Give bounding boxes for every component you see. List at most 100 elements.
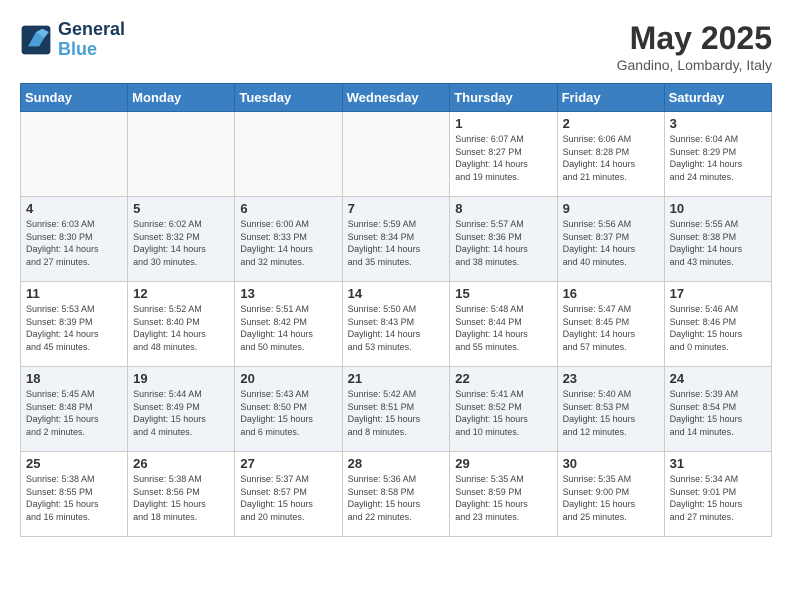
day-info: Sunrise: 5:50 AM Sunset: 8:43 PM Dayligh… bbox=[348, 303, 445, 353]
day-info: Sunrise: 5:43 AM Sunset: 8:50 PM Dayligh… bbox=[240, 388, 336, 438]
page-header: General Blue May 2025 Gandino, Lombardy,… bbox=[20, 20, 772, 73]
calendar-cell: 23Sunrise: 5:40 AM Sunset: 8:53 PM Dayli… bbox=[557, 367, 664, 452]
day-number: 10 bbox=[670, 201, 766, 216]
calendar-week-row: 11 Sunrise: 5:53 AM Sunset: 8:39 PM Dayli… bbox=[21, 282, 772, 367]
calendar-cell: 18 Sunrise: 5:45 AM Sunset: 8:48 PM Dayli… bbox=[21, 367, 128, 452]
day-info: Sunrise: 6:00 AM Sunset: 8:33 PM Dayligh… bbox=[240, 218, 336, 268]
weekday-header: Tuesday bbox=[235, 84, 342, 112]
day-number: 22 bbox=[455, 371, 551, 386]
calendar-cell: 25 Sunrise: 5:38 AM Sunset: 8:55 PM Dayli… bbox=[21, 452, 128, 537]
day-info: Sunrise: 5:44 AM Sunset: 8:49 PM Dayligh… bbox=[133, 388, 229, 438]
calendar-cell: 12 Sunrise: 5:52 AM Sunset: 8:40 PM Dayli… bbox=[128, 282, 235, 367]
title-block: May 2025 Gandino, Lombardy, Italy bbox=[617, 20, 772, 73]
calendar-cell: 21Sunrise: 5:42 AM Sunset: 8:51 PM Dayli… bbox=[342, 367, 450, 452]
day-info: Sunrise: 5:35 AM Sunset: 8:59 PM Dayligh… bbox=[455, 473, 551, 523]
calendar-cell: 31Sunrise: 5:34 AM Sunset: 9:01 PM Dayli… bbox=[664, 452, 771, 537]
calendar-week-row: 18 Sunrise: 5:45 AM Sunset: 8:48 PM Dayli… bbox=[21, 367, 772, 452]
calendar-cell: 9 Sunrise: 5:56 AM Sunset: 8:37 PM Daylig… bbox=[557, 197, 664, 282]
weekday-header: Saturday bbox=[664, 84, 771, 112]
day-info: Sunrise: 5:45 AM Sunset: 8:48 PM Dayligh… bbox=[26, 388, 122, 438]
day-info: Sunrise: 5:35 AM Sunset: 9:00 PM Dayligh… bbox=[563, 473, 659, 523]
calendar-cell: 2Sunrise: 6:06 AM Sunset: 8:28 PM Daylig… bbox=[557, 112, 664, 197]
day-info: Sunrise: 5:39 AM Sunset: 8:54 PM Dayligh… bbox=[670, 388, 766, 438]
day-info: Sunrise: 5:34 AM Sunset: 9:01 PM Dayligh… bbox=[670, 473, 766, 523]
day-number: 3 bbox=[670, 116, 766, 131]
day-number: 26 bbox=[133, 456, 229, 471]
month-title: May 2025 bbox=[617, 20, 772, 57]
day-number: 7 bbox=[348, 201, 445, 216]
calendar-cell: 26Sunrise: 5:38 AM Sunset: 8:56 PM Dayli… bbox=[128, 452, 235, 537]
calendar-week-row: 25 Sunrise: 5:38 AM Sunset: 8:55 PM Dayli… bbox=[21, 452, 772, 537]
day-info: Sunrise: 5:46 AM Sunset: 8:46 PM Dayligh… bbox=[670, 303, 766, 353]
day-info: Sunrise: 5:42 AM Sunset: 8:51 PM Dayligh… bbox=[348, 388, 445, 438]
calendar-week-row: 1 Sunrise: 6:07 AM Sunset: 8:27 PM Daylig… bbox=[21, 112, 772, 197]
day-number: 27 bbox=[240, 456, 336, 471]
day-info: Sunrise: 5:57 AM Sunset: 8:36 PM Dayligh… bbox=[455, 218, 551, 268]
logo: General Blue bbox=[20, 20, 125, 60]
day-number: 5 bbox=[133, 201, 229, 216]
calendar-cell bbox=[235, 112, 342, 197]
day-number: 8 bbox=[455, 201, 551, 216]
day-info: Sunrise: 5:48 AM Sunset: 8:44 PM Dayligh… bbox=[455, 303, 551, 353]
day-info: Sunrise: 5:51 AM Sunset: 8:42 PM Dayligh… bbox=[240, 303, 336, 353]
weekday-header-row: SundayMondayTuesdayWednesdayThursdayFrid… bbox=[21, 84, 772, 112]
calendar-cell: 17 Sunrise: 5:46 AM Sunset: 8:46 PM Dayli… bbox=[664, 282, 771, 367]
day-number: 24 bbox=[670, 371, 766, 386]
day-number: 11 bbox=[26, 286, 122, 301]
day-info: Sunrise: 5:41 AM Sunset: 8:52 PM Dayligh… bbox=[455, 388, 551, 438]
calendar-cell: 1 Sunrise: 6:07 AM Sunset: 8:27 PM Daylig… bbox=[450, 112, 557, 197]
day-number: 18 bbox=[26, 371, 122, 386]
calendar-cell: 11 Sunrise: 5:53 AM Sunset: 8:39 PM Dayli… bbox=[21, 282, 128, 367]
calendar-cell: 6Sunrise: 6:00 AM Sunset: 8:33 PM Daylig… bbox=[235, 197, 342, 282]
weekday-header: Wednesday bbox=[342, 84, 450, 112]
calendar-cell: 27Sunrise: 5:37 AM Sunset: 8:57 PM Dayli… bbox=[235, 452, 342, 537]
day-info: Sunrise: 5:38 AM Sunset: 8:55 PM Dayligh… bbox=[26, 473, 122, 523]
weekday-header: Monday bbox=[128, 84, 235, 112]
day-number: 14 bbox=[348, 286, 445, 301]
day-number: 12 bbox=[133, 286, 229, 301]
day-info: Sunrise: 5:36 AM Sunset: 8:58 PM Dayligh… bbox=[348, 473, 445, 523]
day-info: Sunrise: 5:56 AM Sunset: 8:37 PM Dayligh… bbox=[563, 218, 659, 268]
calendar-cell: 20 Sunrise: 5:43 AM Sunset: 8:50 PM Dayli… bbox=[235, 367, 342, 452]
calendar-cell: 28 Sunrise: 5:36 AM Sunset: 8:58 PM Dayli… bbox=[342, 452, 450, 537]
calendar-cell: 30 Sunrise: 5:35 AM Sunset: 9:00 PM Dayli… bbox=[557, 452, 664, 537]
calendar-cell bbox=[128, 112, 235, 197]
day-number: 20 bbox=[240, 371, 336, 386]
calendar-cell: 22 Sunrise: 5:41 AM Sunset: 8:52 PM Dayli… bbox=[450, 367, 557, 452]
day-number: 1 bbox=[455, 116, 551, 131]
day-info: Sunrise: 6:07 AM Sunset: 8:27 PM Dayligh… bbox=[455, 133, 551, 183]
calendar-table: SundayMondayTuesdayWednesdayThursdayFrid… bbox=[20, 83, 772, 537]
weekday-header: Sunday bbox=[21, 84, 128, 112]
day-number: 19 bbox=[133, 371, 229, 386]
day-number: 25 bbox=[26, 456, 122, 471]
weekday-header: Thursday bbox=[450, 84, 557, 112]
weekday-header: Friday bbox=[557, 84, 664, 112]
day-number: 29 bbox=[455, 456, 551, 471]
calendar-cell: 13Sunrise: 5:51 AM Sunset: 8:42 PM Dayli… bbox=[235, 282, 342, 367]
calendar-cell: 3 Sunrise: 6:04 AM Sunset: 8:29 PM Daylig… bbox=[664, 112, 771, 197]
calendar-cell bbox=[21, 112, 128, 197]
day-number: 4 bbox=[26, 201, 122, 216]
day-info: Sunrise: 5:53 AM Sunset: 8:39 PM Dayligh… bbox=[26, 303, 122, 353]
day-number: 2 bbox=[563, 116, 659, 131]
day-number: 15 bbox=[455, 286, 551, 301]
day-info: Sunrise: 5:52 AM Sunset: 8:40 PM Dayligh… bbox=[133, 303, 229, 353]
day-number: 28 bbox=[348, 456, 445, 471]
calendar-cell: 5Sunrise: 6:02 AM Sunset: 8:32 PM Daylig… bbox=[128, 197, 235, 282]
day-info: Sunrise: 6:03 AM Sunset: 8:30 PM Dayligh… bbox=[26, 218, 122, 268]
day-number: 16 bbox=[563, 286, 659, 301]
day-number: 30 bbox=[563, 456, 659, 471]
day-number: 17 bbox=[670, 286, 766, 301]
day-info: Sunrise: 6:04 AM Sunset: 8:29 PM Dayligh… bbox=[670, 133, 766, 183]
calendar-week-row: 4 Sunrise: 6:03 AM Sunset: 8:30 PM Daylig… bbox=[21, 197, 772, 282]
calendar-cell: 24 Sunrise: 5:39 AM Sunset: 8:54 PM Dayli… bbox=[664, 367, 771, 452]
day-number: 9 bbox=[563, 201, 659, 216]
day-info: Sunrise: 5:40 AM Sunset: 8:53 PM Dayligh… bbox=[563, 388, 659, 438]
logo-icon bbox=[20, 24, 52, 56]
day-info: Sunrise: 5:47 AM Sunset: 8:45 PM Dayligh… bbox=[563, 303, 659, 353]
calendar-cell: 29 Sunrise: 5:35 AM Sunset: 8:59 PM Dayli… bbox=[450, 452, 557, 537]
day-info: Sunrise: 5:59 AM Sunset: 8:34 PM Dayligh… bbox=[348, 218, 445, 268]
calendar-cell bbox=[342, 112, 450, 197]
calendar-cell: 8 Sunrise: 5:57 AM Sunset: 8:36 PM Daylig… bbox=[450, 197, 557, 282]
location: Gandino, Lombardy, Italy bbox=[617, 57, 772, 73]
